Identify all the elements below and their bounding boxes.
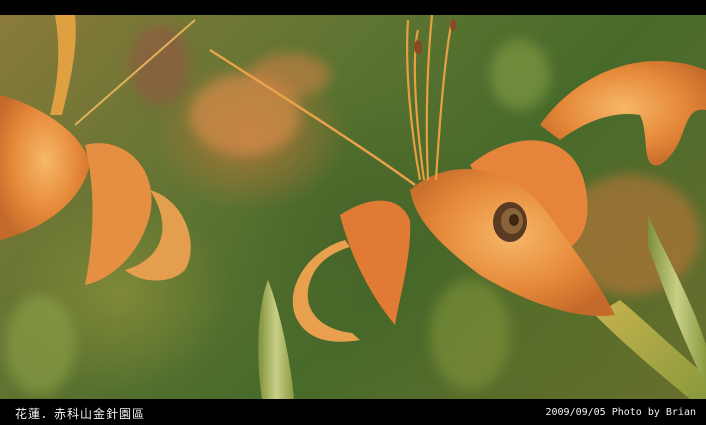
photo bbox=[0, 15, 706, 399]
photo-credit: 2009/09/05 Photo by Brian bbox=[545, 407, 696, 418]
top-frame-bar bbox=[0, 0, 706, 15]
photo-illustration bbox=[0, 15, 706, 399]
caption-bar: 花蓮．赤科山金針園區 2009/09/05 Photo by Brian bbox=[0, 399, 706, 425]
snail-shell bbox=[493, 202, 527, 242]
photo-title: 花蓮．赤科山金針園區 bbox=[15, 407, 146, 421]
flower-bud bbox=[258, 280, 294, 399]
